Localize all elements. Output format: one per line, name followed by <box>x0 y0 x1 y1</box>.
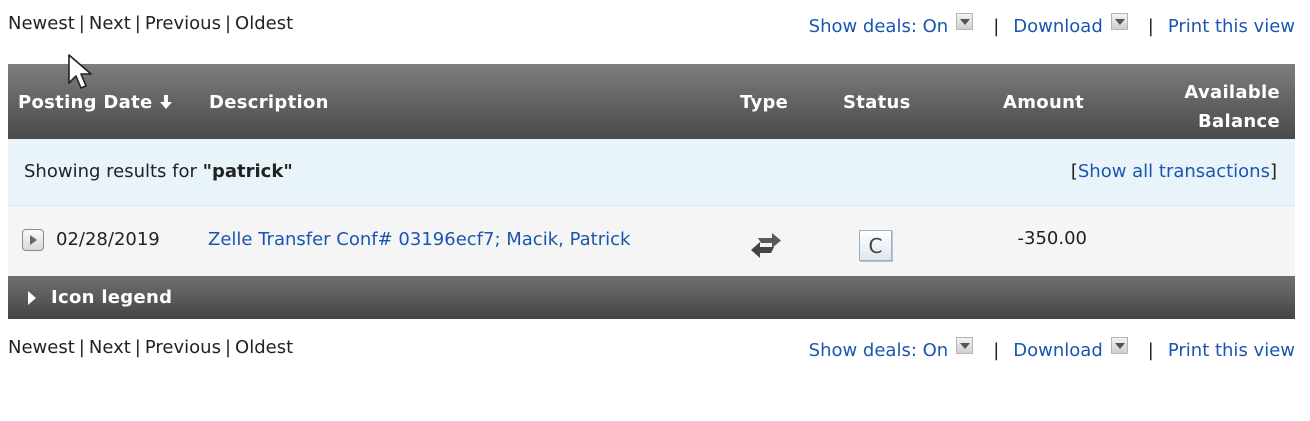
bottom-toolbar: Newest | Next | Previous | Oldest Show deals: … <box>8 337 1295 365</box>
pager-separator: | <box>78 13 85 34</box>
next-link[interactable]: Next <box>89 13 131 34</box>
balance-header-line1: Available <box>1184 82 1280 103</box>
download-link[interactable]: Download <box>1013 340 1102 361</box>
caret-right-icon <box>28 291 36 305</box>
top-tools: Show deals: On | Download | Print this view <box>809 13 1295 37</box>
previous-link[interactable]: Previous <box>145 337 221 358</box>
row-posting-date: 02/28/2019 <box>56 229 160 250</box>
print-view-link[interactable]: Print this view <box>1168 340 1295 361</box>
show-all-transactions-link[interactable]: Show all transactions <box>1078 161 1270 182</box>
tools-separator: | <box>993 340 1000 361</box>
tools-separator: | <box>1147 340 1154 361</box>
type-header: Type <box>740 92 789 113</box>
balance-header-line2: Balance <box>1198 111 1280 132</box>
transfer-arrows-icon <box>748 226 784 262</box>
pager-separator: | <box>134 337 141 358</box>
tools-separator: | <box>993 16 1000 37</box>
close-bracket: ] <box>1269 161 1277 182</box>
oldest-link[interactable]: Oldest <box>235 13 293 34</box>
download-dropdown-icon[interactable] <box>1110 13 1128 30</box>
row-description-link[interactable]: Zelle Transfer Conf# 03196ecf7; Macik, P… <box>208 229 630 250</box>
show-deals-dropdown-icon[interactable] <box>956 337 974 354</box>
show-deals-link[interactable]: Show deals: On <box>809 340 949 361</box>
top-pager: Newest | Next | Previous | Oldest <box>8 13 293 34</box>
table-row: 02/28/2019 Zelle Transfer Conf# 03196ecf… <box>8 206 1295 276</box>
icon-legend-label: Icon legend <box>51 287 173 308</box>
newest-link[interactable]: Newest <box>8 13 75 34</box>
mouse-pointer-icon <box>68 54 92 89</box>
transactions-table: Posting Date Description Type Status Amo… <box>8 64 1295 319</box>
description-header: Description <box>209 92 329 113</box>
table-header: Posting Date Description Type Status Amo… <box>8 64 1295 139</box>
sort-down-arrow-icon <box>159 95 173 109</box>
newest-link[interactable]: Newest <box>8 337 75 358</box>
oldest-link[interactable]: Oldest <box>235 337 293 358</box>
pager-separator: | <box>78 337 85 358</box>
bottom-tools: Show deals: On | Download | Print this view <box>809 337 1295 361</box>
download-dropdown-icon[interactable] <box>1110 337 1128 354</box>
status-cleared-badge: C <box>859 230 892 261</box>
expand-row-icon[interactable] <box>22 229 44 251</box>
top-toolbar: Newest | Next | Previous | Oldest Show deals: … <box>8 13 1295 41</box>
filter-row: Showing results for "patrick" [Show all … <box>8 139 1295 206</box>
row-amount: -350.00 <box>1017 228 1087 249</box>
filter-query: "patrick" <box>202 161 293 182</box>
pager-separator: | <box>224 337 232 358</box>
status-header: Status <box>843 92 911 113</box>
show-deals-dropdown-icon[interactable] <box>956 13 974 30</box>
show-deals-link[interactable]: Show deals: On <box>809 16 949 37</box>
show-all-wrapper: [Show all transactions] <box>1071 161 1277 182</box>
posting-date-header[interactable]: Posting Date <box>18 92 173 113</box>
next-link[interactable]: Next <box>89 337 131 358</box>
icon-legend-toggle[interactable]: Icon legend <box>8 276 1295 319</box>
open-bracket: [ <box>1070 161 1078 182</box>
download-link[interactable]: Download <box>1013 16 1102 37</box>
posting-date-label: Posting Date <box>18 92 153 113</box>
filter-prefix: Showing results for <box>24 161 203 182</box>
available-balance-header: Available Balance <box>1184 78 1280 136</box>
previous-link[interactable]: Previous <box>145 13 221 34</box>
pager-separator: | <box>134 13 141 34</box>
pager-separator: | <box>224 13 232 34</box>
bottom-pager: Newest | Next | Previous | Oldest <box>8 337 293 358</box>
filter-summary: Showing results for "patrick" <box>24 161 293 182</box>
amount-header: Amount <box>1003 92 1085 113</box>
print-view-link[interactable]: Print this view <box>1168 16 1295 37</box>
account-activity-page: Newest | Next | Previous | Oldest Show deals: … <box>0 0 1310 421</box>
tools-separator: | <box>1147 16 1154 37</box>
